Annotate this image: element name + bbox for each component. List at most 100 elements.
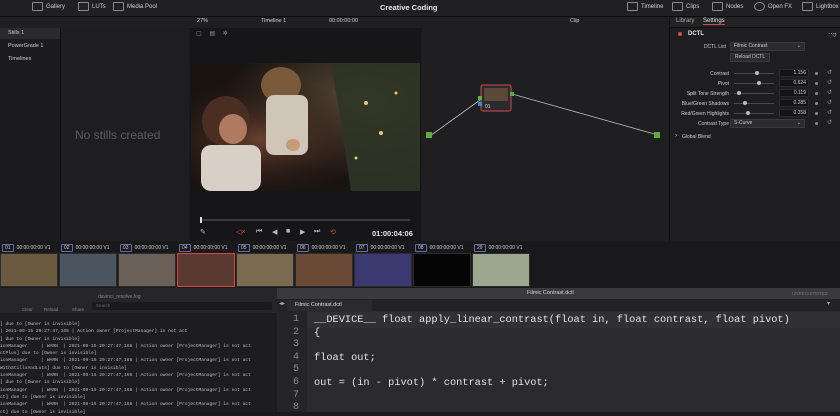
keyframe-icon[interactable] xyxy=(815,102,818,105)
log-line: ] due to [Owner is invisible] xyxy=(0,336,80,342)
slider-knob[interactable] xyxy=(746,111,751,115)
highlight-icon[interactable]: ✲ xyxy=(223,31,228,37)
slider-knob[interactable] xyxy=(743,101,748,105)
play-reverse-icon[interactable]: ◀ xyxy=(272,228,277,236)
luts-icon xyxy=(78,2,89,11)
clip-thumbnail[interactable] xyxy=(472,253,530,287)
play-icon[interactable]: ▶ xyxy=(300,228,305,236)
media-pool-button[interactable]: Media Pool xyxy=(113,2,157,11)
skip-forward-icon[interactable]: ⏭ xyxy=(314,228,320,236)
console-window: davinci_resolve.log Clear Reload Share S… xyxy=(0,288,277,415)
dctl-header: DCTL ⋯ xyxy=(670,30,840,40)
corrector-node-01[interactable] xyxy=(478,84,514,112)
keyframe-icon[interactable] xyxy=(815,92,818,95)
log-line: WithStillsAndLuts] due to [Owner is invi… xyxy=(0,365,127,371)
param-slider[interactable] xyxy=(734,113,774,114)
playhead[interactable] xyxy=(200,217,202,223)
reset-column: ↺ xyxy=(832,31,838,131)
keyframe-icon[interactable] xyxy=(815,122,818,125)
slider-knob[interactable] xyxy=(755,71,760,75)
param-value-field[interactable]: 0.358 xyxy=(779,109,809,117)
gallery-button[interactable]: Gallery xyxy=(32,2,65,11)
keyframe-icon[interactable] xyxy=(815,72,818,75)
line-number: 2 xyxy=(293,326,300,338)
tab-library[interactable]: Library xyxy=(676,18,694,24)
dctl-list-row: DCTL List Filmic Contrast ⌄ xyxy=(670,42,840,52)
contrast-type-value: S-Curve xyxy=(734,120,753,126)
contrast-type-dropdown[interactable]: S-Curve ⌄ xyxy=(730,119,805,128)
loop-icon[interactable]: ⟲ xyxy=(330,228,336,236)
param-slider[interactable] xyxy=(734,73,774,74)
clip-number: 08 xyxy=(415,244,427,252)
layout-icon[interactable]: ▤ xyxy=(209,31,215,37)
param-value-field[interactable]: 0.119 xyxy=(779,89,809,97)
clip-number: 06 xyxy=(297,244,309,252)
luts-button[interactable]: LUTs xyxy=(78,2,106,11)
global-blend-row[interactable]: › Global Blend xyxy=(670,132,840,142)
reset-all-icon[interactable]: ↺ xyxy=(832,31,838,42)
keyframe-icon[interactable] xyxy=(815,112,818,115)
tab-menu-icon[interactable]: ▾ xyxy=(827,300,830,307)
log-line: ionManager | WARN | 2021-09-15 20:27:47,… xyxy=(0,373,251,379)
clip-thumbnail[interactable] xyxy=(413,253,471,287)
sidebar-item-stills[interactable]: Stills 1 xyxy=(0,28,60,39)
nodes-label: Nodes xyxy=(726,3,744,10)
clip-track: V1 xyxy=(103,245,110,251)
lightbox-button[interactable]: Lightbox xyxy=(802,2,839,11)
input-node-port[interactable] xyxy=(426,132,432,138)
slider-knob[interactable] xyxy=(756,81,761,85)
tab-nav-icon[interactable]: ◂▸ xyxy=(279,300,285,307)
tab-settings[interactable]: Settings xyxy=(703,18,725,25)
timeline-button[interactable]: Timeline xyxy=(627,2,663,11)
clip-header: 07 00:00:00:00 V1 xyxy=(356,244,405,252)
param-value-field[interactable]: 0.285 xyxy=(779,99,809,107)
stop-icon[interactable]: ■ xyxy=(286,228,290,235)
clip-dropdown[interactable]: Clip xyxy=(570,18,579,24)
nodes-button[interactable]: Nodes xyxy=(712,2,743,11)
pen-icon[interactable]: ✎ xyxy=(200,228,206,236)
audio-icon[interactable]: ◁× xyxy=(236,228,245,236)
dctl-enabled-icon[interactable] xyxy=(678,32,682,36)
param-value-field[interactable]: 1.156 xyxy=(779,69,809,77)
keyframe-icon[interactable] xyxy=(815,82,818,85)
zoom-dropdown[interactable]: 27% xyxy=(197,18,208,24)
gallery-label: Gallery xyxy=(46,3,66,10)
clips-button[interactable]: Clips xyxy=(672,2,699,11)
param-value-field[interactable]: 0.624 xyxy=(779,79,809,87)
clear-button[interactable]: Clear xyxy=(22,307,33,312)
clip-thumbnail[interactable] xyxy=(0,253,58,287)
clip-thumbnail[interactable] xyxy=(354,253,412,287)
console-search-input[interactable]: Search xyxy=(92,302,272,310)
editor-tab[interactable]: Filmic Contrast.dctl xyxy=(287,300,372,311)
clip-header: 05 00:00:00:00 V1 xyxy=(238,244,287,252)
clip-thumbnail[interactable] xyxy=(177,253,235,287)
share-button[interactable]: Share xyxy=(72,307,84,312)
dctl-list-value: Filmic Contrast xyxy=(734,43,768,49)
output-node-port[interactable] xyxy=(654,132,660,138)
param-slider[interactable] xyxy=(734,83,774,84)
clip-thumbnail[interactable] xyxy=(295,253,353,287)
project-title: Creative Coding xyxy=(380,3,438,12)
dctl-list-dropdown[interactable]: Filmic Contrast ⌄ xyxy=(730,42,805,51)
split-icon[interactable]: ▢ xyxy=(196,31,202,37)
param-slider[interactable] xyxy=(734,103,774,104)
open-fx-button[interactable]: Open FX xyxy=(754,2,792,11)
clip-number: 07 xyxy=(356,244,368,252)
dctl-list-label: DCTL List xyxy=(703,44,726,50)
sidebar-item-timelines[interactable]: Timelines xyxy=(0,54,60,65)
clip-timecode: 00:00:00:00 xyxy=(488,245,515,251)
clips-timeline: 01 00:00:00:00 V1 02 00:00:00:00 V1 03 00:00:… xyxy=(0,242,840,288)
param-label: Split Tone Strength xyxy=(686,91,729,97)
clip-thumbnail[interactable] xyxy=(236,253,294,287)
playhead-scrubber[interactable] xyxy=(200,217,410,223)
sidebar-item-powergrade[interactable]: PowerGrade 1 xyxy=(0,41,60,52)
timeline-label: Timeline xyxy=(641,3,664,10)
log-line: ionManager | WARN | 2021-09-15 20:27:47,… xyxy=(0,343,251,349)
clip-thumbnail[interactable] xyxy=(59,253,117,287)
skip-back-icon[interactable]: ⏮ xyxy=(256,228,262,236)
timeline-selector[interactable]: Timeline 1 xyxy=(261,18,286,24)
slider-knob[interactable] xyxy=(736,91,741,95)
clip-thumbnail[interactable] xyxy=(118,253,176,287)
reload-dctl-button[interactable]: Reload DCTL xyxy=(730,53,770,62)
reload-button[interactable]: Reload xyxy=(44,307,58,312)
